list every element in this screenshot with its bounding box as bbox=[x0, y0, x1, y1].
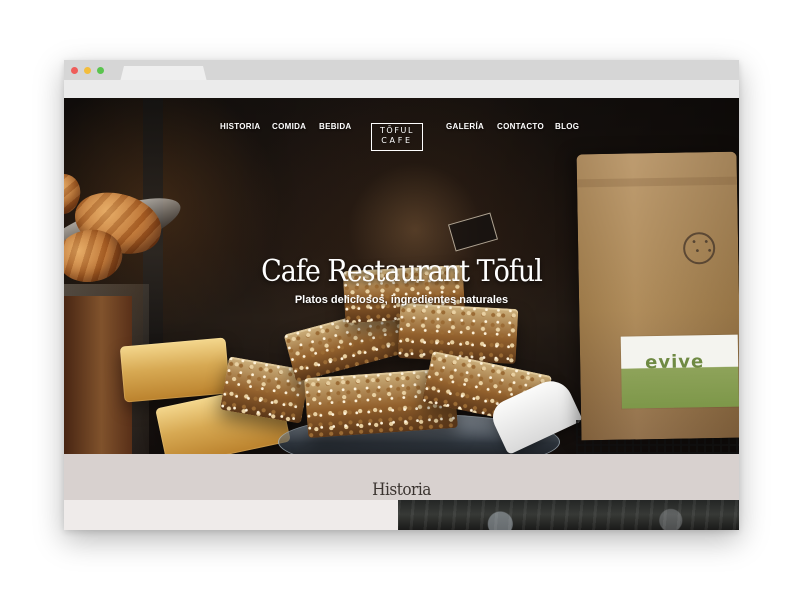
site-logo[interactable]: TŌFUL CAFE bbox=[371, 123, 423, 151]
historia-image-panel bbox=[398, 500, 739, 530]
main-navigation: HISTORIA COMIDA BEBIDA TŌFUL CAFE GALERÍ… bbox=[64, 113, 739, 151]
logo-text-cafe: CAFE bbox=[381, 136, 413, 145]
coffee-bag-label: evive bbox=[620, 334, 739, 409]
browser-window: evive HISTORIA COMIDA BEBIDA TŌFUL CAFE … bbox=[64, 60, 739, 530]
minimize-dot-icon[interactable] bbox=[84, 67, 91, 74]
logo-text-toful: TŌFUL bbox=[379, 126, 415, 135]
nav-link-contacto[interactable]: CONTACTO bbox=[497, 122, 544, 132]
granola-bar bbox=[397, 302, 519, 365]
display-sign bbox=[447, 212, 499, 252]
hero-section: evive HISTORIA COMIDA BEBIDA TŌFUL CAFE … bbox=[64, 98, 739, 454]
nav-link-blog[interactable]: BLOG bbox=[555, 122, 579, 132]
nav-link-comida[interactable]: COMIDA bbox=[272, 122, 306, 132]
section-title-historia: Historia bbox=[372, 480, 431, 501]
bag-fold bbox=[576, 176, 738, 188]
historia-content-panel bbox=[64, 500, 398, 530]
close-dot-icon[interactable] bbox=[71, 67, 78, 74]
nav-link-bebida[interactable]: BEBIDA bbox=[319, 122, 351, 132]
hero-title: Cafe Restaurant Tōful bbox=[261, 254, 543, 290]
nav-link-galeria[interactable]: GALERÍA bbox=[446, 122, 484, 132]
cake-slice bbox=[119, 337, 231, 403]
browser-toolbar bbox=[64, 80, 739, 99]
maximize-dot-icon[interactable] bbox=[97, 67, 104, 74]
coffee-bag-label-text: evive bbox=[644, 351, 705, 374]
historia-section-header: Historia bbox=[64, 454, 739, 500]
browser-chrome bbox=[64, 60, 739, 82]
hero-subtitle: Platos deliciosos, ingredientes naturale… bbox=[294, 294, 509, 306]
screenshot-stage: evive HISTORIA COMIDA BEBIDA TŌFUL CAFE … bbox=[0, 0, 800, 600]
nav-link-historia[interactable]: HISTORIA bbox=[220, 122, 260, 132]
